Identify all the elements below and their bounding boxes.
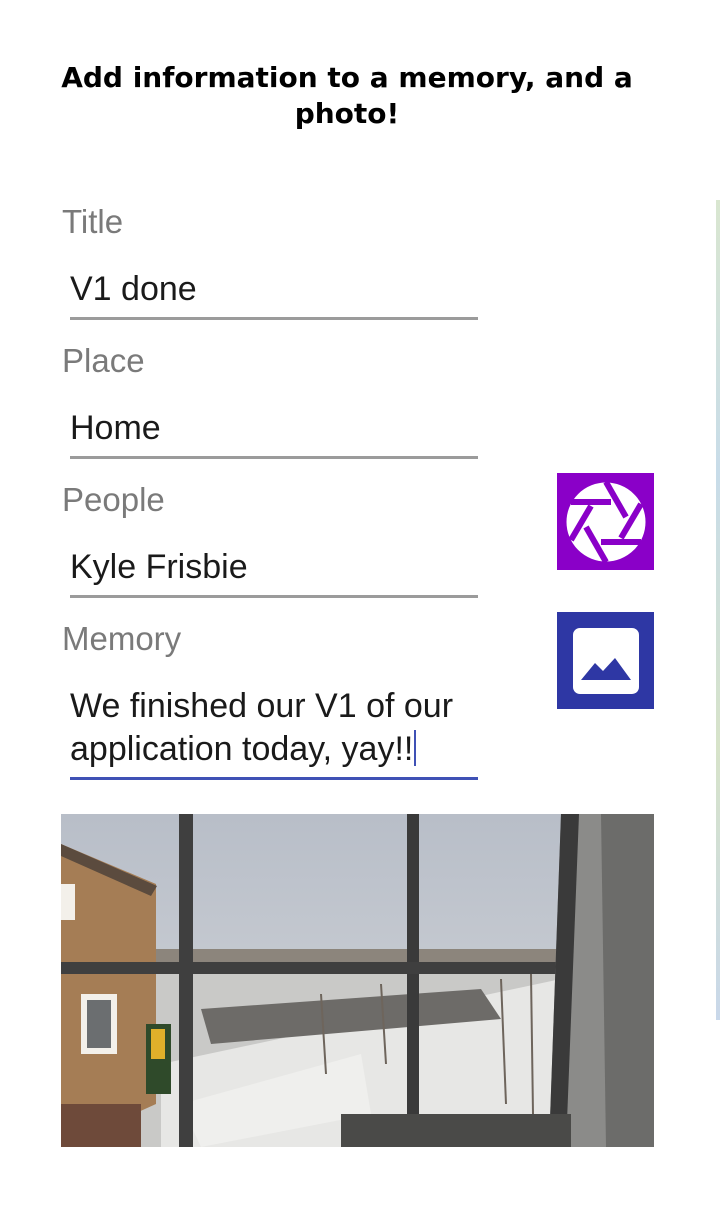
people-input[interactable]: Kyle Frisbie bbox=[70, 546, 478, 598]
image-gallery-icon bbox=[572, 627, 639, 694]
background-map-edge bbox=[716, 200, 720, 1020]
people-label: People bbox=[62, 481, 165, 518]
place-input[interactable]: Home bbox=[70, 407, 478, 459]
text-cursor bbox=[414, 730, 417, 766]
title-label: Title bbox=[62, 203, 124, 240]
memory-text: We finished our V1 of our application to… bbox=[70, 687, 454, 768]
place-label: Place bbox=[62, 342, 145, 379]
window-view-image bbox=[61, 814, 654, 1147]
gallery-button[interactable] bbox=[557, 612, 654, 709]
memory-photo bbox=[61, 814, 654, 1147]
memory-label: Memory bbox=[62, 620, 182, 657]
camera-button[interactable] bbox=[557, 473, 654, 570]
page-title: Add information to a memory, and a photo… bbox=[61, 61, 633, 130]
memory-input[interactable]: We finished our V1 of our application to… bbox=[70, 685, 478, 780]
title-input[interactable]: V1 done bbox=[70, 268, 478, 320]
camera-shutter-icon bbox=[565, 480, 646, 563]
